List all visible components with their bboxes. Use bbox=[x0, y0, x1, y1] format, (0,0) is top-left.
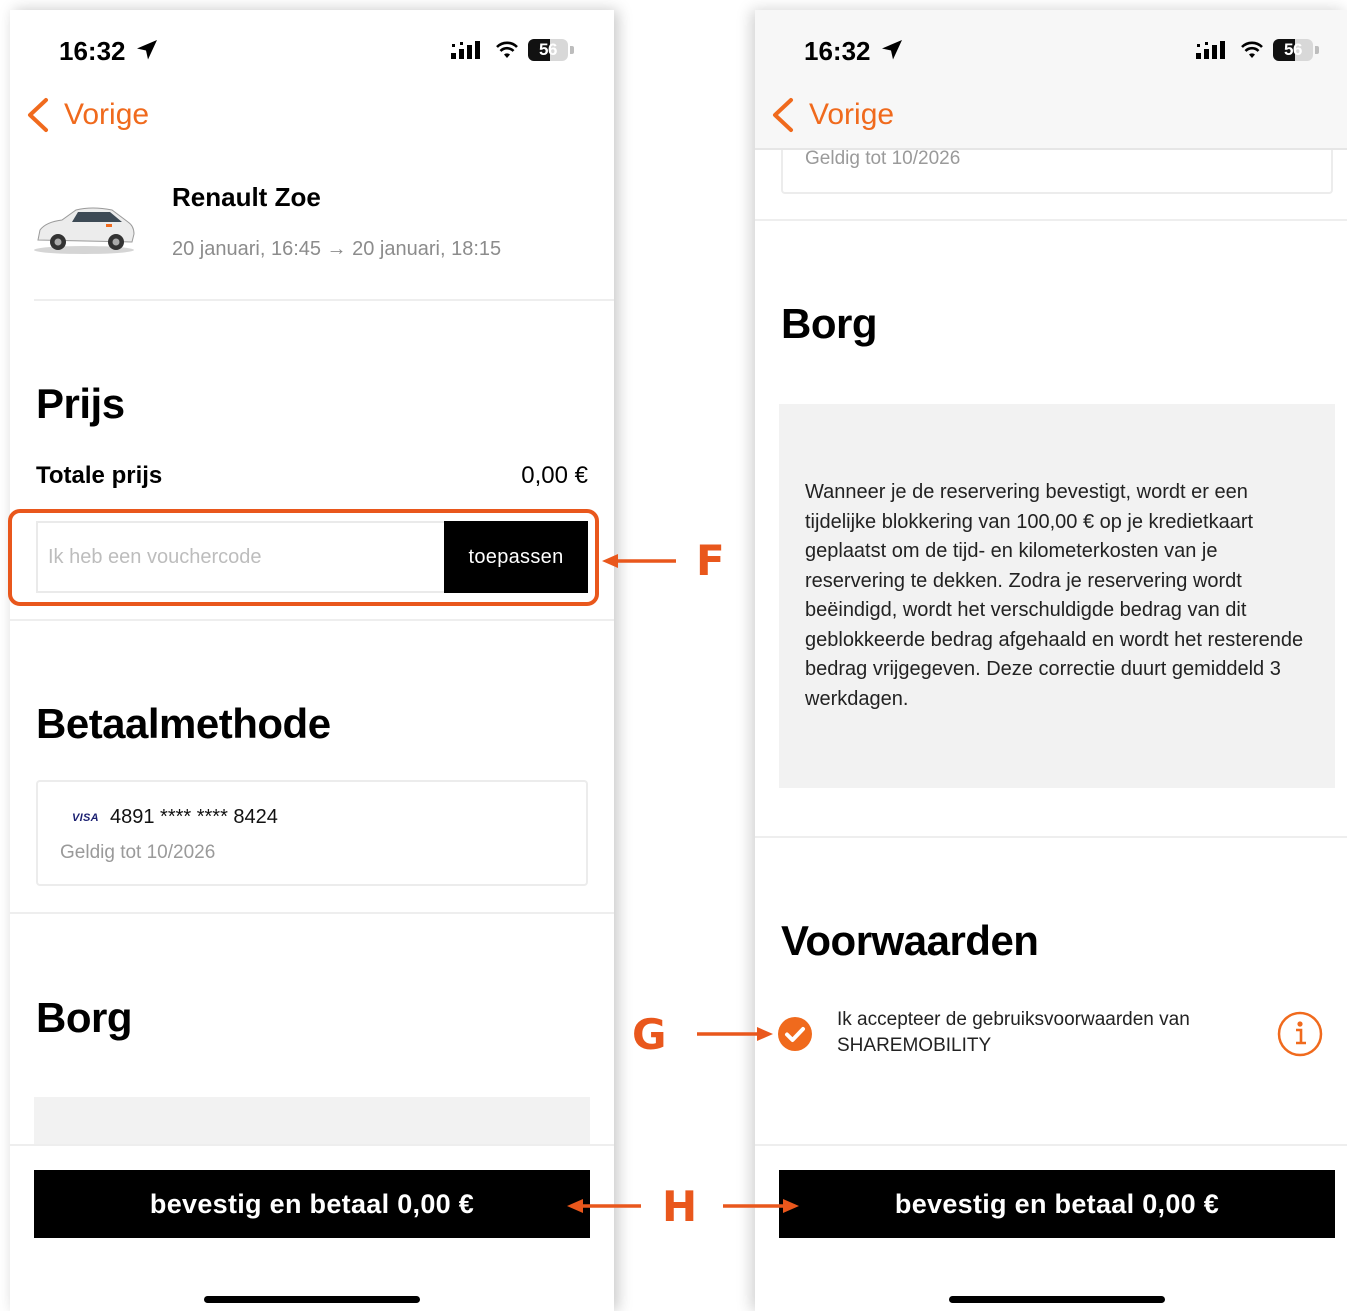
battery-icon: 56 bbox=[528, 39, 574, 61]
back-button[interactable]: Vorige bbox=[769, 95, 894, 135]
divider bbox=[755, 836, 1347, 838]
callout-arrow-g bbox=[697, 1027, 773, 1041]
callout-arrow-h-left bbox=[567, 1199, 641, 1213]
status-time: 16:32 bbox=[804, 36, 871, 66]
visa-icon: VISA bbox=[72, 812, 99, 824]
chevron-left-icon bbox=[28, 98, 48, 132]
booking-dates: 20 januari, 16:45 → 20 januari, 18:15 bbox=[172, 238, 502, 260]
divider bbox=[755, 219, 1347, 221]
chevron-left-icon bbox=[773, 98, 793, 132]
bottom-bar: bevestig en betaal 0,00 € bbox=[755, 1144, 1347, 1311]
bottom-bar: bevestig en betaal 0,00 € bbox=[10, 1144, 614, 1311]
price-heading: Prijs bbox=[36, 380, 125, 427]
phone-screen-right: 16:32 56 Vorige Geldig tot 10/2026 Borg … bbox=[755, 10, 1347, 1311]
callout-label-h: H bbox=[662, 1182, 698, 1231]
location-arrow-icon bbox=[882, 40, 902, 60]
deposit-info-box bbox=[34, 1097, 590, 1147]
car-image bbox=[34, 207, 135, 254]
terms-accept-text[interactable]: Ik accepteer de gebruiksvoorwaarden van … bbox=[837, 1007, 1227, 1059]
payment-card[interactable]: Geldig tot 10/2026 bbox=[781, 148, 1333, 194]
back-label: Vorige bbox=[64, 98, 150, 131]
divider bbox=[34, 299, 614, 301]
payment-card[interactable]: VISA 4891 **** **** 8424 Geldig tot 10/2… bbox=[36, 780, 588, 886]
callout-label-g: G bbox=[632, 1010, 667, 1059]
voucher-highlight-frame bbox=[8, 509, 599, 606]
nav-bar-border bbox=[755, 148, 1347, 150]
location-arrow-icon bbox=[137, 40, 157, 60]
check-circle-icon[interactable] bbox=[777, 1016, 813, 1052]
card-valid-until: Geldig tot 10/2026 bbox=[60, 842, 216, 863]
terms-heading: Voorwaarden bbox=[781, 917, 1039, 964]
back-label: Vorige bbox=[809, 98, 895, 131]
home-indicator[interactable] bbox=[949, 1296, 1165, 1303]
back-button[interactable]: Vorige bbox=[24, 95, 149, 135]
home-indicator[interactable] bbox=[204, 1296, 420, 1303]
wifi-icon bbox=[496, 41, 518, 58]
wifi-icon bbox=[1241, 41, 1263, 58]
signal-icon bbox=[451, 41, 480, 59]
card-valid-until: Geldig tot 10/2026 bbox=[805, 148, 961, 169]
signal-icon bbox=[1196, 41, 1225, 59]
total-price-value: 0,00 € bbox=[521, 462, 588, 489]
confirm-pay-button[interactable]: bevestig en betaal 0,00 € bbox=[779, 1170, 1335, 1238]
callout-label-f: F bbox=[696, 536, 725, 585]
deposit-heading: Borg bbox=[36, 994, 133, 1041]
confirm-pay-button[interactable]: bevestig en betaal 0,00 € bbox=[34, 1170, 590, 1238]
info-icon[interactable] bbox=[1277, 1011, 1323, 1057]
deposit-info-box: Wanneer je de reservering bevestigt, wor… bbox=[779, 404, 1335, 788]
callout-arrow-h-right bbox=[723, 1199, 799, 1213]
deposit-heading: Borg bbox=[781, 300, 878, 347]
card-number: 4891 **** **** 8424 bbox=[110, 806, 278, 828]
payment-heading: Betaalmethode bbox=[36, 700, 331, 747]
total-price-label: Totale prijs bbox=[36, 462, 163, 489]
status-time: 16:32 bbox=[59, 36, 126, 66]
divider bbox=[10, 619, 614, 621]
phone-screen-left: 16:32 56 Vorige Renault Zoe 20 januari, … bbox=[10, 10, 614, 1311]
divider bbox=[10, 912, 614, 914]
car-name: Renault Zoe bbox=[172, 182, 321, 212]
callout-arrow-f bbox=[602, 554, 676, 568]
deposit-info-text: Wanneer je de reservering bevestigt, wor… bbox=[805, 481, 1304, 710]
battery-icon: 56 bbox=[1273, 39, 1319, 61]
